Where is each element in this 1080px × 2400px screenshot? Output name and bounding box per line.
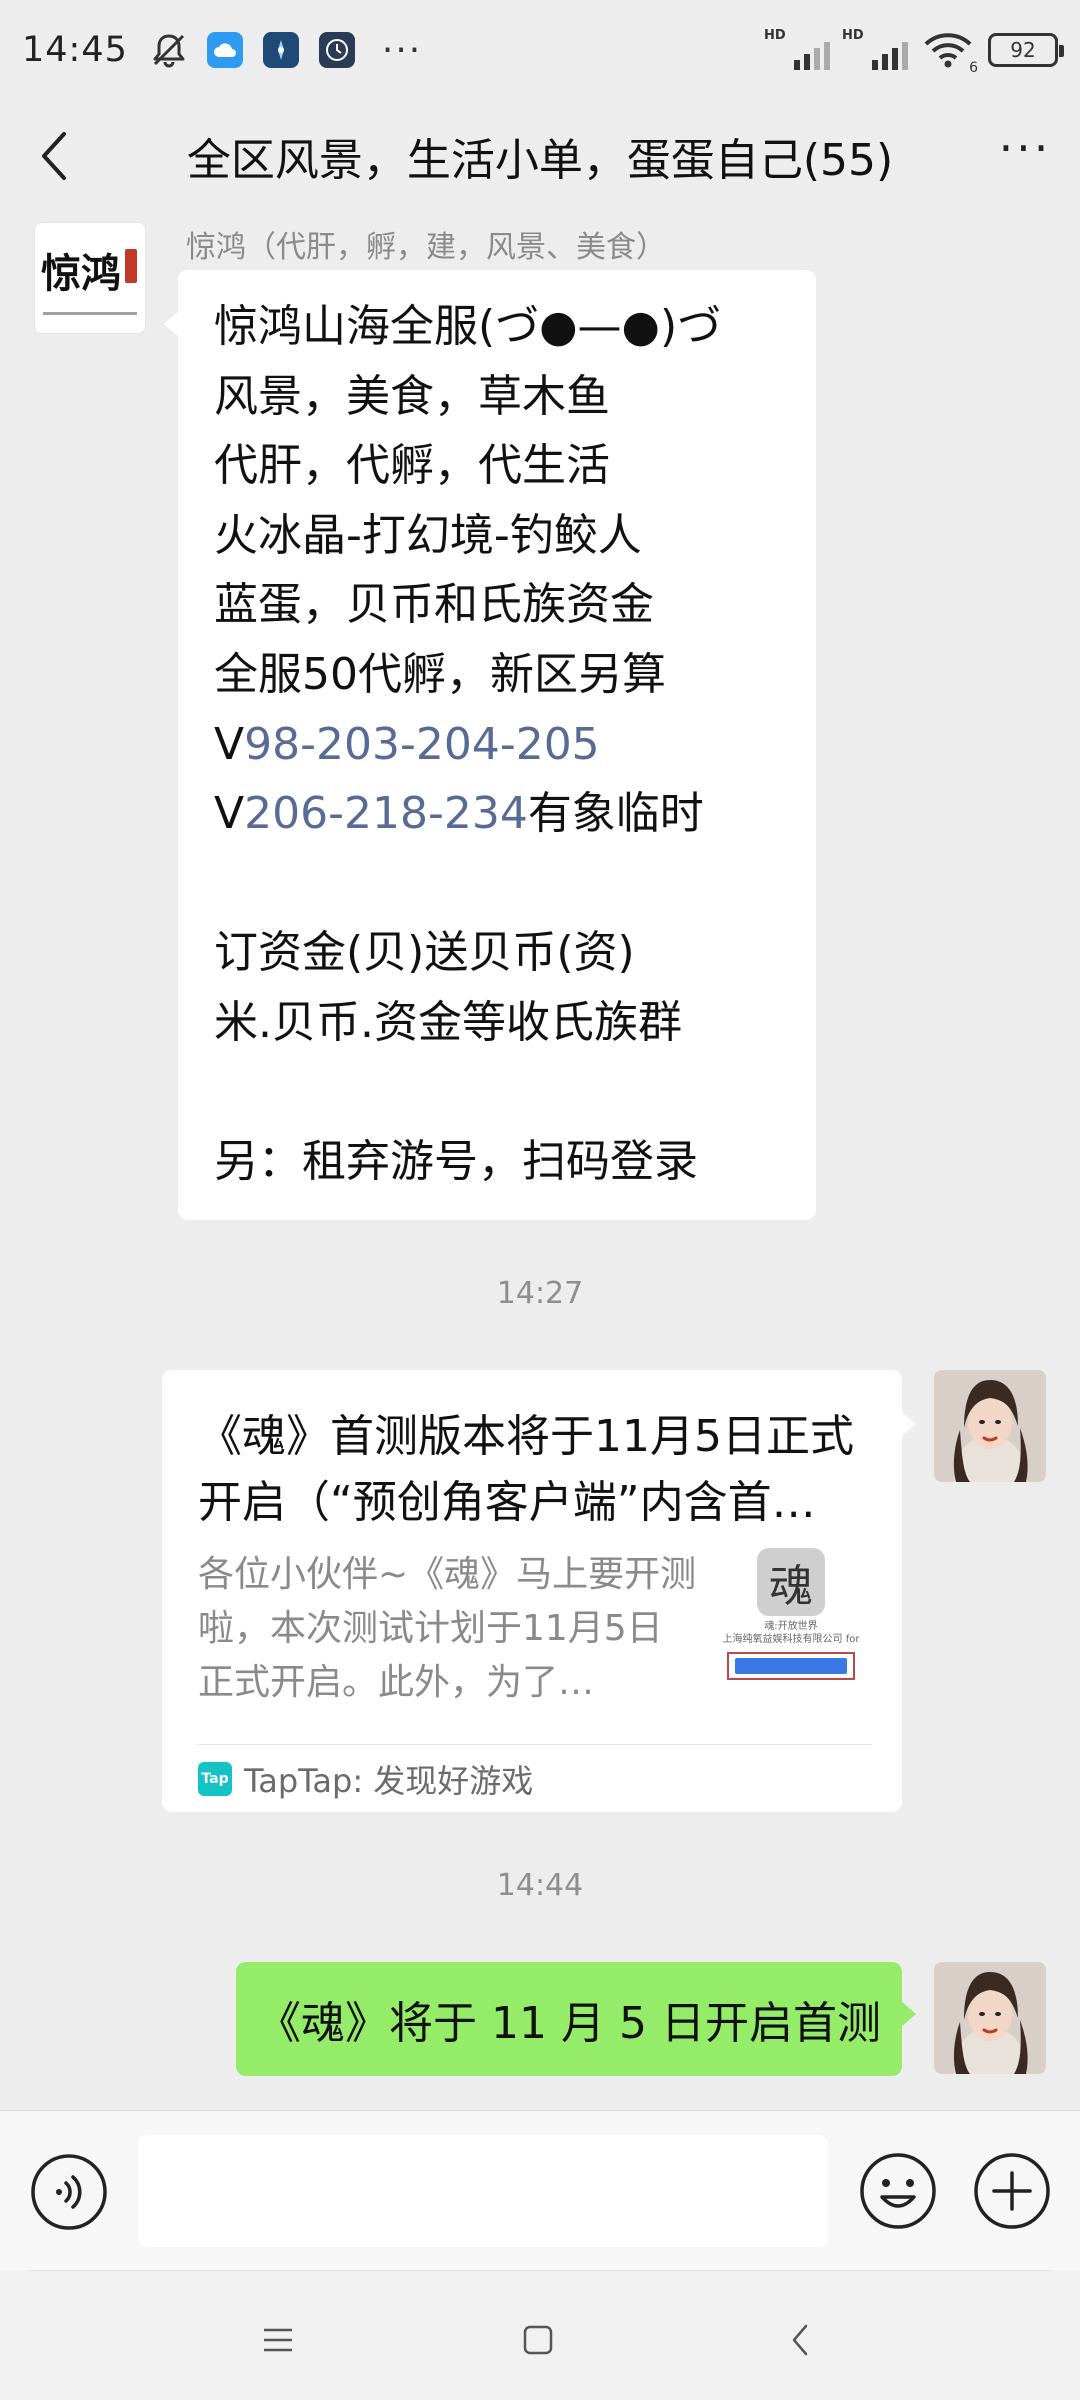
- title-bar: 全区风景，生活小单，蛋蛋自己(55) ···: [0, 100, 1080, 212]
- message-line: 米.贝币.资金等收氏族群: [214, 996, 682, 1048]
- message-bubble[interactable]: 惊鸿山海全服(づ●—●)づ 风景，美食，草木鱼 代肝，代孵，代生活 火冰晶-打幻…: [164, 270, 816, 1220]
- status-right: HD HD 6 92: [764, 28, 1064, 76]
- card-thumbnail: 魂 魂:开放世界 上海纯氧益娱科技有限公司 for: [718, 1548, 864, 1698]
- message-line-phone: V206-218-234有象临时: [214, 779, 780, 849]
- user-photo-icon: [934, 1370, 1046, 1482]
- plus-button[interactable]: [972, 2151, 1052, 2231]
- thumbnail-button: [727, 1652, 855, 1680]
- card-title: 《魂》首测版本将于11月5日正式开启（“预创角客户端”内含首…: [198, 1411, 854, 1528]
- home-icon: [523, 2325, 553, 2355]
- game-logo-icon: 魂: [757, 1548, 825, 1616]
- wifi-icon: 6: [922, 30, 978, 76]
- time-separator: 14:27: [496, 1276, 584, 1311]
- emoji-button[interactable]: [858, 2151, 938, 2231]
- signal-2-icon: HD: [842, 28, 908, 70]
- back-arrow-icon: [42, 132, 66, 180]
- status-more-icon: ···: [381, 29, 423, 71]
- battery-indicator: 92: [988, 33, 1064, 67]
- nav-menu-button[interactable]: [248, 2310, 308, 2370]
- voice-button[interactable]: [30, 2153, 108, 2231]
- nav-divider: [30, 2270, 1050, 2271]
- card-body: 各位小伙伴~《魂》马上要开测啦，本次测试计划于11月5日正式开启。此外，为了… …: [198, 1548, 872, 1710]
- avatar-footer-line: [43, 312, 137, 315]
- nav-home-button[interactable]: [508, 2310, 568, 2370]
- voice-icon: [31, 2154, 107, 2230]
- avatar-text: 惊鸿: [41, 250, 121, 297]
- thumbnail-caption: 魂:开放世界 上海纯氧益娱科技有限公司 for: [722, 1621, 860, 1645]
- more-icon: ···: [998, 121, 1052, 175]
- message-line: 蓝蛋，贝币和氏族资金: [214, 579, 654, 631]
- card-description: 各位小伙伴~《魂》马上要开测啦，本次测试计划于11月5日正式开启。此外，为了…: [198, 1554, 697, 1703]
- user-photo-icon: [934, 1962, 1046, 2074]
- self-avatar[interactable]: [934, 1370, 1046, 1482]
- sender-name: 惊鸿（代肝，孵，建，风景、美食）: [186, 230, 666, 265]
- phone-suffix: 有象临时: [527, 788, 704, 840]
- system-nav-bar: [0, 2270, 1080, 2400]
- avatar-seal-icon: [125, 249, 137, 283]
- card-footer: Tap TapTap: 发现好游戏: [198, 1744, 872, 1812]
- phone-prefix: V: [214, 788, 245, 840]
- menu-icon: [264, 2328, 292, 2352]
- taptap-icon: Tap: [198, 1761, 232, 1796]
- emoji-icon: [860, 2153, 936, 2229]
- status-time: 14:45: [22, 30, 128, 70]
- sender-avatar[interactable]: 惊鸿: [34, 222, 146, 334]
- input-bar: [0, 2110, 1080, 2270]
- phone-link[interactable]: 206-218-234: [244, 788, 528, 839]
- message-line: 订资金(贝)送贝币(资): [214, 927, 635, 979]
- phone-prefix: V: [214, 718, 245, 770]
- back-icon: [792, 2324, 808, 2356]
- message-line: 惊鸿山海全服(づ●—●)づ: [214, 301, 722, 352]
- message-input[interactable]: [138, 2135, 828, 2247]
- plus-icon: [974, 2153, 1050, 2229]
- back-button[interactable]: [0, 100, 110, 212]
- compass-app-icon: [262, 31, 300, 69]
- cloud-app-icon: [206, 31, 244, 69]
- message-line: 火冰晶-打幻境-钓鲛人: [214, 509, 642, 561]
- clock-app-icon: [318, 31, 356, 69]
- more-button[interactable]: ···: [970, 100, 1080, 212]
- signal-1-icon: HD: [764, 28, 830, 70]
- self-avatar[interactable]: [934, 1962, 1046, 2074]
- nav-back-button[interactable]: [770, 2310, 830, 2370]
- message-line-phone: V98-203-204-205: [214, 710, 780, 780]
- mute-bell-icon: [150, 31, 188, 69]
- time-separator: 14:44: [496, 1868, 584, 1903]
- message-line: 代肝，代孵，代生活: [214, 440, 610, 492]
- message-line: 风景，美食，草木鱼: [214, 370, 610, 422]
- link-card[interactable]: 《魂》首测版本将于11月5日正式开启（“预创角客户端”内含首… 各位小伙伴~《魂…: [162, 1370, 916, 1812]
- self-message-bubble[interactable]: 《魂》将于 11 月 5 日开启首测: [236, 1962, 916, 2076]
- message-line: 全服50代孵，新区另算: [214, 648, 666, 700]
- phone-link[interactable]: 98-203-204-205: [244, 719, 600, 770]
- card-source: TapTap: 发现好游戏: [244, 1761, 534, 1800]
- message-line: 另：租弃游号，扫码登录: [214, 1136, 698, 1188]
- wifi-label: 6: [969, 60, 978, 76]
- chat-title: 全区风景，生活小单，蛋蛋自己(55): [186, 135, 894, 186]
- status-bar: 14:45 ··· HD HD 6 92: [0, 0, 1080, 100]
